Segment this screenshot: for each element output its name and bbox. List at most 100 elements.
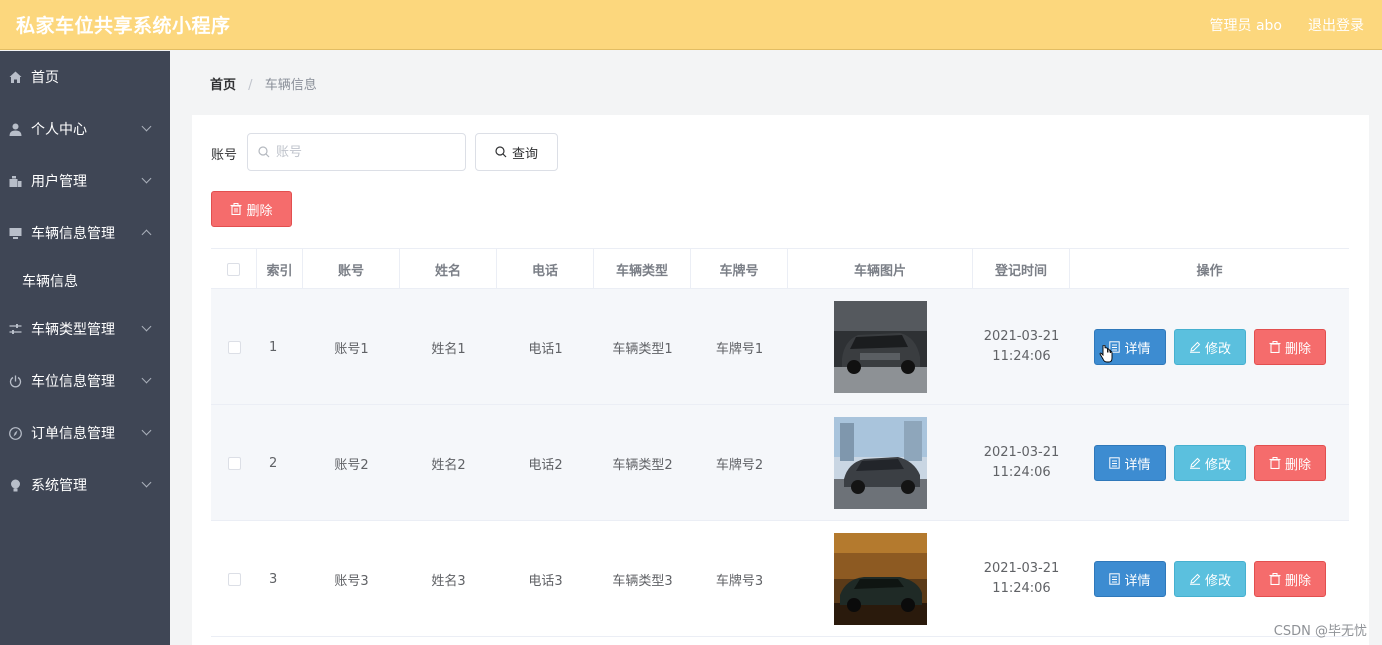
cell-plate: 车牌号1 [715, 341, 764, 357]
cell-name: 姓名2 [431, 457, 466, 473]
chevron-down-icon [141, 425, 152, 436]
cell-register-time: 2021-03-21 11:24:06 [973, 405, 1070, 521]
search-icon [258, 146, 270, 162]
detail-label: 详情 [1124, 457, 1151, 473]
chevron-down-icon [141, 477, 152, 488]
power-icon [8, 374, 22, 388]
cell-image [788, 289, 973, 405]
hand-cursor-icon [1099, 345, 1113, 363]
register-clock: 11:24:06 [992, 349, 1051, 364]
sidebar-subitem-vehicle-info[interactable]: 车辆信息 [0, 259, 170, 303]
delete-button[interactable]: 删除 [1254, 561, 1326, 597]
select-all-checkbox[interactable] [227, 262, 240, 276]
column-header: 索引 [257, 249, 303, 289]
column-header: 姓名 [400, 249, 497, 289]
cell-phone: 电话3 [528, 573, 563, 589]
bulk-delete-button[interactable]: 删除 [211, 191, 292, 227]
edit-button[interactable]: 修改 [1174, 561, 1246, 597]
delete-button[interactable]: 删除 [1254, 445, 1326, 481]
delete-label: 删除 [1284, 341, 1311, 357]
bulk-delete-label: 删除 [246, 203, 273, 219]
sidebar-subitem-label: 车辆信息 [22, 274, 78, 290]
query-button[interactable]: 查询 [475, 133, 558, 171]
sidebar-item-vehicle-info[interactable]: 车辆信息管理 [0, 207, 170, 259]
top-bar: 私家车位共享系统小程序 管理员 abo 退出登录 [0, 0, 1382, 50]
cell-account: 账号2 [334, 457, 369, 473]
sidebar-item-users[interactable]: 用户管理 [0, 155, 170, 207]
monitor-icon [8, 226, 22, 240]
row-checkbox[interactable] [227, 572, 241, 586]
trash-icon [1269, 573, 1281, 585]
detail-button[interactable]: 详情 [1094, 561, 1166, 597]
search-input[interactable] [276, 142, 456, 162]
chevron-down-icon [141, 321, 152, 332]
cell-plate: 车牌号2 [715, 457, 764, 473]
cell-name: 姓名3 [431, 573, 466, 589]
sidebar-item-order-info[interactable]: 订单信息管理 [0, 407, 170, 459]
car-photo[interactable] [834, 417, 927, 509]
cell-image [788, 521, 973, 637]
breadcrumb-separator: / [248, 78, 253, 93]
compass-icon [8, 426, 22, 440]
table-header: 索引 账号 姓名 电话 车辆类型 车牌号 车辆图片 登记时间 操作 [211, 248, 1349, 289]
edit-button[interactable]: 修改 [1174, 329, 1246, 365]
sliders-icon [8, 322, 22, 336]
sidebar-item-label: 车辆信息管理 [31, 226, 115, 242]
sidebar-item-label: 车辆类型管理 [31, 322, 115, 338]
register-clock: 11:24:06 [992, 465, 1051, 480]
table-row: 1 账号1 姓名1 电话1 车辆类型1 车牌号1 2021-03-21 11:24… [211, 289, 1349, 405]
chevron-down-icon [141, 373, 152, 384]
header-select-cell [211, 249, 257, 289]
trash-icon [1269, 457, 1281, 469]
detail-label: 详情 [1124, 573, 1151, 589]
register-date: 2021-03-21 [983, 561, 1060, 576]
car-photo[interactable] [834, 533, 927, 625]
search-input-wrapper[interactable] [247, 133, 466, 171]
breadcrumb-home[interactable]: 首页 [210, 78, 236, 93]
sidebar-item-home[interactable]: 首页 [0, 51, 170, 103]
row-checkbox[interactable] [227, 340, 241, 354]
sidebar-item-personal[interactable]: 个人中心 [0, 103, 170, 155]
search-icon [495, 146, 507, 158]
logout-link[interactable]: 退出登录 [1308, 15, 1364, 35]
row-checkbox[interactable] [227, 456, 241, 470]
edit-label: 修改 [1204, 457, 1231, 473]
search-label: 账号 [211, 148, 238, 163]
column-header: 车辆类型 [594, 249, 691, 289]
sidebar-item-label: 个人中心 [31, 122, 87, 138]
user-icon [8, 122, 22, 136]
sidebar-item-label: 车位信息管理 [31, 374, 115, 390]
detail-button[interactable]: 详情 [1094, 445, 1166, 481]
trash-icon [230, 203, 242, 215]
row-select-cell [211, 521, 257, 637]
chevron-up-icon [141, 229, 152, 240]
row-select-cell [211, 289, 257, 405]
cell-image [788, 405, 973, 521]
cell-index: 1 [269, 339, 278, 355]
delete-button[interactable]: 删除 [1254, 329, 1326, 365]
cell-phone: 电话1 [528, 341, 563, 357]
column-header: 账号 [303, 249, 400, 289]
pencil-icon [1189, 457, 1201, 469]
sidebar-item-vehicle-type[interactable]: 车辆类型管理 [0, 303, 170, 355]
sidebar-item-label: 订单信息管理 [31, 426, 115, 442]
delete-label: 删除 [1284, 573, 1311, 589]
cell-plate: 车牌号3 [715, 573, 764, 589]
column-header: 车牌号 [691, 249, 788, 289]
edit-button[interactable]: 修改 [1174, 445, 1246, 481]
chevron-down-icon [141, 121, 152, 132]
bulb-icon [8, 478, 22, 492]
edit-label: 修改 [1204, 573, 1231, 589]
car-photo[interactable] [834, 301, 927, 393]
column-header: 登记时间 [973, 249, 1070, 289]
sidebar-item-parking-info[interactable]: 车位信息管理 [0, 355, 170, 407]
watermark: CSDN @毕无忧 [1273, 624, 1367, 639]
cell-phone: 电话2 [528, 457, 563, 473]
breadcrumb: 首页 / 车辆信息 [210, 74, 317, 93]
cell-account: 账号1 [334, 341, 369, 357]
sidebar-item-label: 用户管理 [31, 174, 87, 190]
detail-label: 详情 [1124, 341, 1151, 357]
sidebar-item-system[interactable]: 系统管理 [0, 459, 170, 511]
cell-index: 2 [269, 455, 278, 471]
pencil-icon [1189, 341, 1201, 353]
